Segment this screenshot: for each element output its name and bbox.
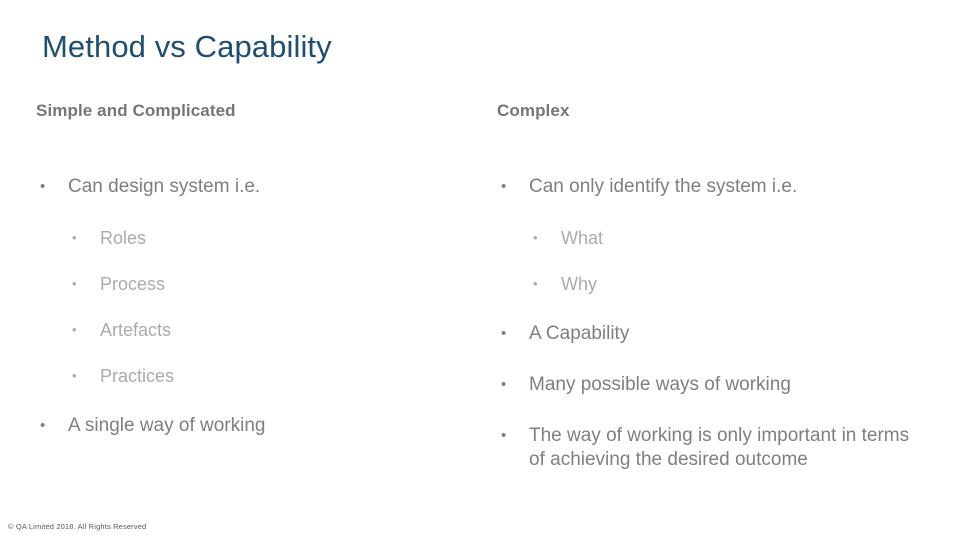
column-simple-and-complicated: Simple and Complicated Can design system… (36, 100, 466, 438)
list-item: A Capability (501, 322, 629, 346)
list-item-label: A single way of working (68, 415, 266, 436)
list-item-label: A Capability (529, 323, 630, 344)
list-item-label: Artefacts (100, 320, 172, 340)
list-item-label: Many possible ways of working (529, 374, 791, 395)
page-title: Method vs Capability (42, 29, 332, 64)
list-item-label: Practices (100, 366, 175, 386)
list-item: The way of working is only important in … (501, 424, 917, 472)
list-item: A single way of working (40, 414, 266, 438)
list-item: Artefacts (72, 318, 171, 342)
column-complex: Complex Can only identify the system i.e… (497, 100, 917, 470)
list-item: Roles (72, 226, 146, 250)
column-header-right: Complex (497, 101, 570, 120)
list-item: Can design system i.e. (40, 175, 260, 199)
list-item: Can only identify the system i.e. (501, 175, 797, 199)
copyright-footer: © QA Limited 2018. All Rights Reserved (8, 522, 147, 531)
list-item: Process (72, 272, 165, 296)
list-item-label: Can only identify the system i.e. (529, 176, 798, 197)
list-item-label: Process (100, 274, 166, 294)
slide: Method vs Capability Simple and Complica… (0, 0, 960, 540)
list-item-label: Roles (100, 228, 147, 248)
list-item: Practices (72, 364, 174, 388)
list-item: Many possible ways of working (501, 373, 791, 397)
list-item-label: Can design system i.e. (68, 176, 261, 197)
list-item-label: The way of working is only important in … (529, 425, 910, 470)
column-header-left: Simple and Complicated (36, 101, 236, 120)
list-item-label: What (561, 228, 604, 248)
list-item: What (533, 226, 603, 250)
list-item-label: Why (561, 274, 597, 294)
list-item: Why (533, 272, 597, 296)
